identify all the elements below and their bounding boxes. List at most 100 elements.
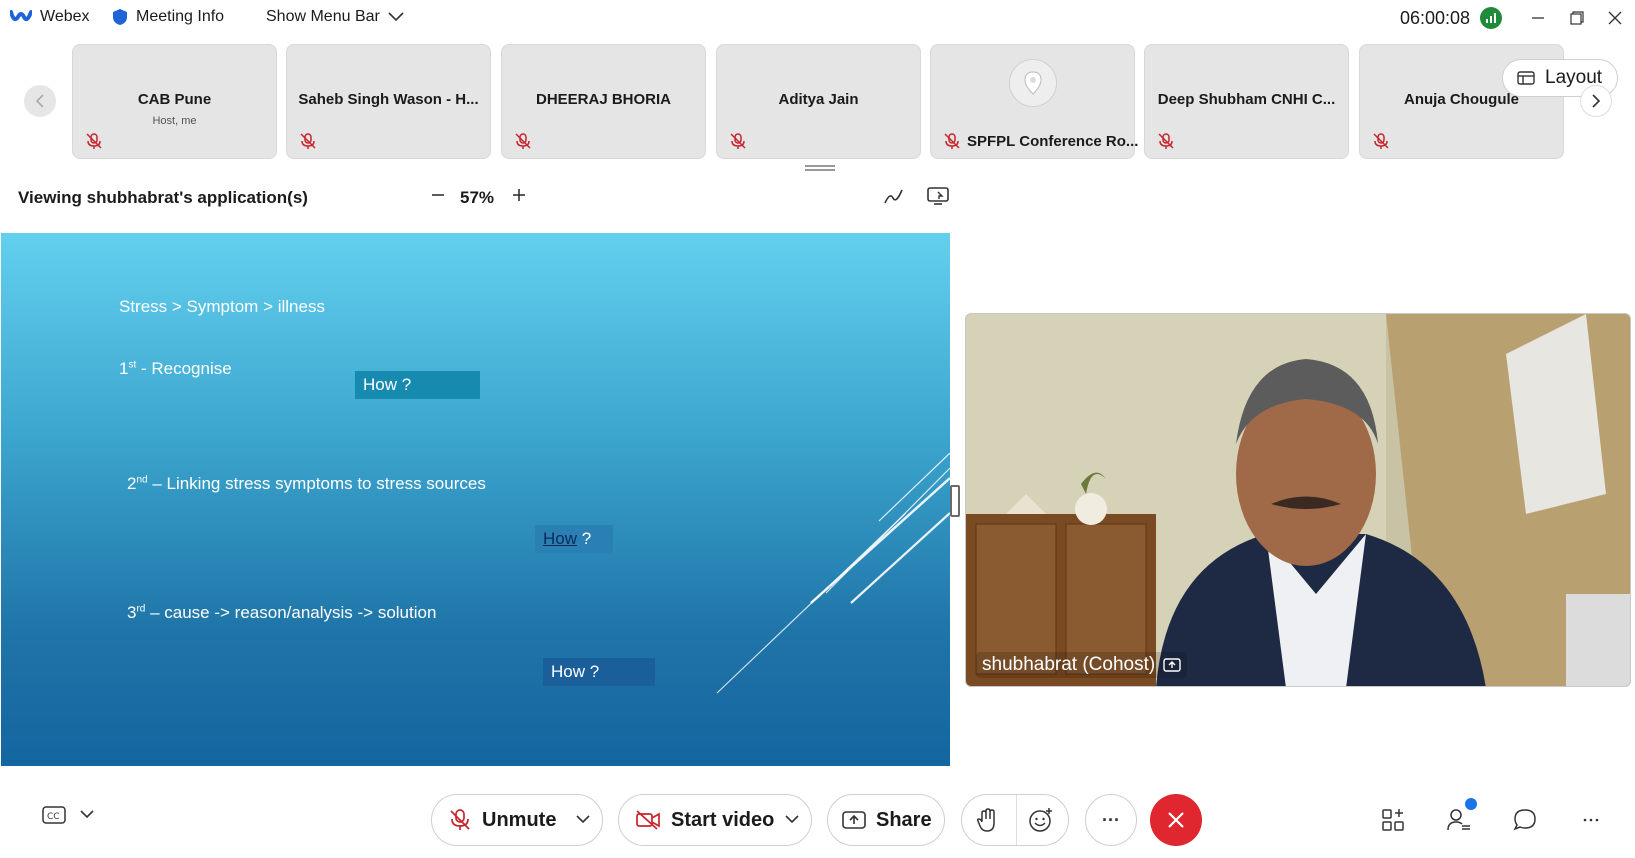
participant-tile[interactable]: Aditya Jain [716,44,921,159]
slide-line-3-text: – Linking stress symptoms to stress sour… [147,474,486,493]
muted-mic-icon [944,133,960,149]
leave-meeting-button[interactable] [1150,794,1202,846]
emoji-reaction-icon [1029,808,1052,832]
shield-icon [113,9,127,25]
chevron-down-icon[interactable] [80,810,94,820]
video-off-icon [636,810,660,830]
participant-tile[interactable]: Deep Shubham CNHI C... [1144,44,1349,159]
participant-tile[interactable]: CAB Pune Host, me [72,44,277,159]
reactions-button[interactable] [1028,807,1054,839]
more-options-button[interactable]: ··· [1085,794,1137,846]
reactions-group [961,794,1069,846]
layout-icon [1517,71,1535,85]
speaker-name: shubhabrat (Cohost) [982,654,1156,675]
strip-prev-button[interactable] [24,85,56,117]
zoom-out-button[interactable] [425,182,451,208]
minus-icon [432,194,444,196]
more-icon [1583,818,1599,822]
unmute-button[interactable]: Unmute [431,794,603,846]
chat-icon [1513,809,1536,831]
muted-mic-icon [1158,133,1174,149]
slide-line-3: 2nd – Linking stress symptoms to stress … [127,474,486,494]
remote-control-icon[interactable] [926,184,950,208]
muted-mic-icon [300,133,316,149]
webex-logo-icon [10,10,32,22]
app-brand: Webex [10,8,90,26]
apps-button[interactable] [1379,806,1407,834]
participant-tile[interactable]: DHEERAJ BHORIA [501,44,706,159]
split-resize-handle[interactable] [950,485,960,517]
participant-name: CAB Pune [137,91,212,108]
speaker-video-frame [966,314,1630,686]
participants-button[interactable] [1445,798,1477,834]
participant-name: DHEERAJ BHORIA [535,91,671,108]
how-box-2: How ? [535,525,613,553]
how-link[interactable]: How [543,529,577,548]
chevron-right-icon [1592,94,1601,108]
slide-line-4: 3rd – cause -> reason/analysis -> soluti… [127,603,436,623]
participant-name: Deep Shubham CNHI C... [1157,91,1336,108]
unmute-label: Unmute [482,808,557,831]
show-menu-bar-button[interactable]: Show Menu Bar [266,8,404,26]
chevron-left-icon [35,94,44,108]
sharing-icon [1163,658,1181,672]
meeting-info-button[interactable]: Meeting Info [112,8,224,26]
how-box-3: How ? [543,658,655,686]
slide-line-1: Stress > Symptom > illness [119,297,325,316]
plus-icon [513,189,525,201]
speaker-video[interactable]: shubhabrat (Cohost) [965,313,1631,687]
how-box-1: How ? [355,371,480,399]
start-video-button[interactable]: Start video [618,794,812,846]
share-label: Share [876,808,932,831]
participants-icon [1447,809,1470,831]
close-icon [1168,812,1184,828]
participant-name: SPFPL Conference Ro... [967,133,1139,150]
zoom-level: 57% [460,188,495,207]
share-title: Viewing shubhabrat's application(s) [18,188,308,207]
close-icon[interactable] [1600,5,1630,31]
meeting-info-label: Meeting Info [136,8,225,25]
muted-mic-icon [730,133,746,149]
closed-captions-icon: CC [42,806,66,824]
share-screen-icon [842,811,866,829]
signal-strength-icon[interactable] [1480,7,1502,29]
chat-button[interactable] [1511,806,1539,834]
annotate-icon[interactable] [882,184,906,208]
participant-role: Host, me [152,115,197,127]
participant-tile[interactable]: Saheb Singh Wason - H... [286,44,491,159]
control-bar: CC Unmute Start video Share ··· [0,780,1635,858]
slide-line-2: 1st - Recognise [119,359,232,379]
chevron-down-icon[interactable] [785,815,799,825]
slide-line-2-text: - Recognise [136,359,232,378]
zoom-in-button[interactable] [506,182,532,208]
chevron-down-icon[interactable] [576,815,590,825]
how-box-2-rest: ? [577,529,592,548]
share-toolbar: Viewing shubhabrat's application(s) 57% [0,178,960,218]
divider [1016,795,1017,845]
apps-icon [1382,809,1404,831]
muted-mic-icon [1373,133,1389,149]
raise-hand-button[interactable] [974,807,1000,839]
start-video-label: Start video [671,808,775,831]
participant-tile[interactable]: SPFPL Conference Ro... [930,44,1139,159]
more-panels-button[interactable] [1577,806,1605,834]
show-menu-bar-label: Show Menu Bar [266,8,380,25]
muted-mic-icon [515,133,531,149]
participant-name: Aditya Jain [778,91,859,108]
svg-text:CC: CC [47,812,60,822]
shared-content[interactable]: Stress > Symptom > illness 1st - Recogni… [1,233,950,766]
share-button[interactable]: Share [827,794,945,846]
meeting-timer: 06:00:08 [1400,8,1471,28]
minimize-icon[interactable] [1523,5,1553,31]
resize-grip[interactable] [805,165,835,171]
captions-button[interactable]: CC [42,806,94,824]
more-options-label: ··· [1102,809,1120,830]
muted-mic-icon [86,133,102,149]
webex-meeting-window: Webex Meeting Info Show Menu Bar 06:00:0… [0,0,1635,858]
chevron-down-icon [388,12,404,22]
raise-hand-icon [976,808,995,832]
strip-next-button[interactable] [1580,85,1612,117]
decorative-lines [716,453,950,694]
location-pin-icon [1009,59,1057,107]
restore-icon[interactable] [1562,5,1592,31]
